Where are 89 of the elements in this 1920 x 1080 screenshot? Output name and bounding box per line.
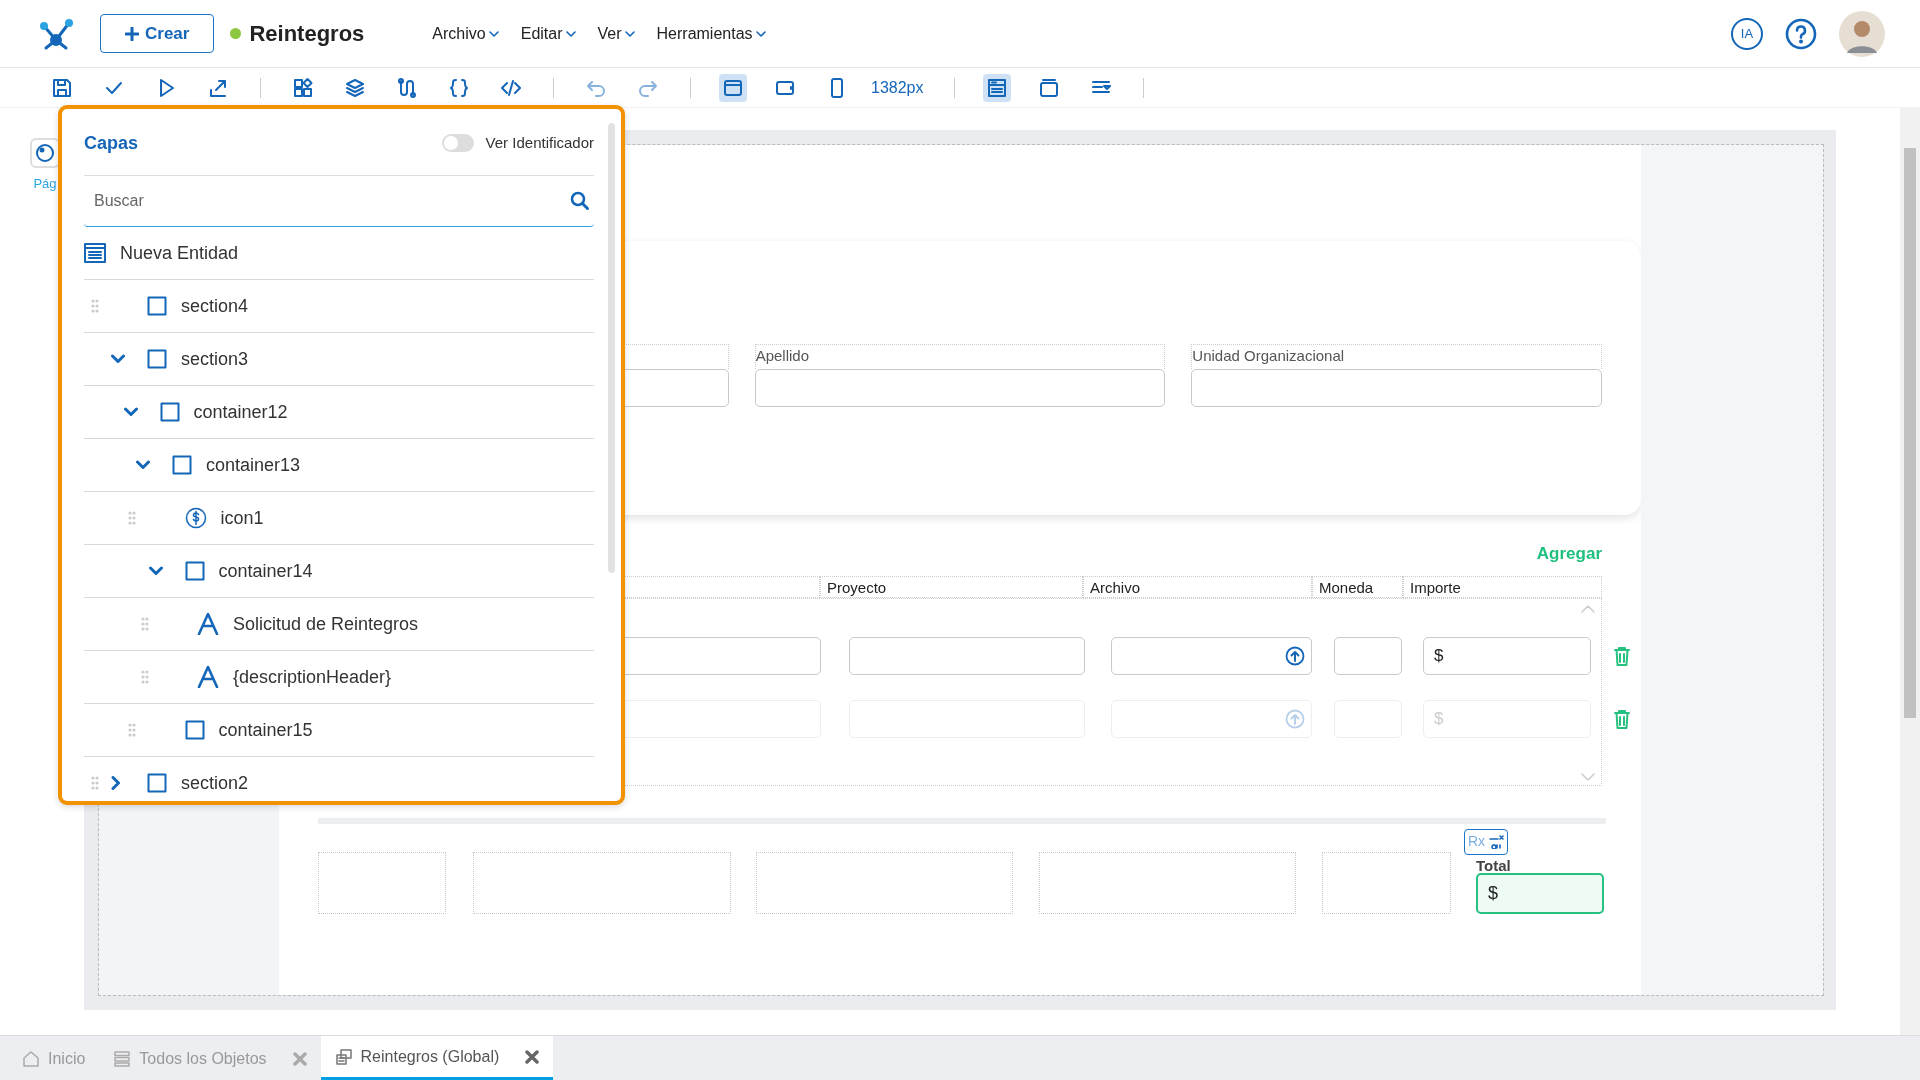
caret-icon (565, 29, 576, 38)
box-icon (147, 296, 167, 316)
box-icon (147, 349, 167, 369)
box-icon (159, 402, 180, 422)
layout-icon (985, 76, 1008, 99)
palette-icon[interactable] (30, 138, 60, 168)
layer-item[interactable]: container13 (84, 439, 594, 492)
app-title: Reintegros (249, 20, 365, 48)
layer-item[interactable]: section4 (84, 280, 594, 333)
caret-icon (624, 29, 635, 38)
close-icon[interactable] (525, 1049, 540, 1064)
layer-item[interactable]: section2 (84, 757, 594, 801)
column-header: Archivo (1083, 575, 1312, 598)
entity-icon (84, 243, 106, 263)
chevron-right-icon[interactable] (111, 776, 121, 790)
components-icon (292, 76, 314, 99)
box-icon (147, 773, 167, 793)
input-field[interactable] (849, 637, 1085, 675)
caret-icon (755, 29, 766, 38)
frame-icon (1037, 76, 1060, 99)
avatar-icon[interactable] (1839, 10, 1885, 57)
chevron-down-icon[interactable] (148, 566, 163, 576)
input-field[interactable] (754, 369, 1166, 407)
drag-handle-icon[interactable] (140, 670, 149, 684)
layout-button[interactable] (982, 73, 1011, 102)
drag-handle-icon[interactable] (140, 617, 149, 631)
chevron-down-icon[interactable] (123, 407, 138, 417)
drag-handle-icon[interactable] (90, 776, 99, 790)
chevron-down-icon[interactable] (136, 460, 150, 470)
layers-icon (344, 76, 366, 99)
home-icon (22, 1049, 40, 1068)
save-icon (51, 76, 73, 99)
column-header: Proyecto (820, 575, 1083, 598)
currency-field[interactable]: $ (1423, 637, 1591, 675)
form-icon (334, 1047, 353, 1066)
caret-icon (488, 29, 499, 38)
layer-item[interactable]: {descriptionHeader} (84, 651, 594, 704)
menu-item[interactable]: Editar (520, 21, 576, 46)
column-header: Importe (1403, 575, 1602, 598)
layer-item[interactable]: container12 (84, 386, 594, 439)
layer-item[interactable]: Nueva Entidad (84, 227, 594, 280)
layer-item[interactable]: section3 (84, 333, 594, 386)
chevron-down-icon (1581, 772, 1595, 781)
box-icon (184, 561, 205, 581)
column-header: Moneda (1312, 575, 1403, 598)
menu-item[interactable]: Archivo (432, 21, 499, 46)
tab[interactable]: Reintegros (Global) (320, 1036, 554, 1080)
box-icon (184, 720, 205, 740)
currency-field: $ (1423, 700, 1591, 738)
desktop-view-button[interactable] (719, 73, 747, 102)
list-icon (113, 1049, 132, 1068)
help-icon[interactable] (1785, 17, 1817, 50)
flow-icon (396, 76, 418, 99)
toggle-switch[interactable] (441, 134, 474, 152)
status-dot (230, 28, 242, 39)
create-button[interactable]: Crear (100, 13, 215, 54)
drag-handle-icon[interactable] (128, 723, 136, 737)
drag-handle-icon[interactable] (128, 511, 136, 525)
input-field[interactable] (1334, 637, 1402, 675)
menu-item[interactable]: Ver (597, 21, 635, 46)
upload-icon (1285, 709, 1305, 729)
chevron-up-icon (1581, 604, 1595, 613)
search-field[interactable]: Buscar (84, 176, 594, 227)
input-field[interactable] (1111, 637, 1312, 675)
width-label: 1382px (871, 77, 924, 98)
drag-handle-icon[interactable] (90, 299, 99, 313)
upload-icon (1285, 646, 1305, 666)
scrollbar[interactable] (608, 123, 615, 573)
font-icon (197, 666, 219, 688)
dollar-icon (184, 507, 207, 529)
panel-title: Capas (84, 131, 139, 155)
layer-item[interactable]: container15 (84, 704, 594, 757)
total-label: Total (1476, 855, 1512, 873)
scrollbar[interactable] (1900, 108, 1920, 1035)
menu-item[interactable]: Herramientas (656, 21, 766, 46)
braces-icon (448, 76, 470, 99)
chevron-down-icon[interactable] (111, 354, 125, 364)
search-icon[interactable] (570, 191, 590, 211)
total-field[interactable]: $ (1476, 872, 1604, 914)
box-icon (172, 455, 192, 475)
input-field[interactable] (1191, 369, 1602, 407)
layer-item[interactable]: Solicitud de Reintegros (84, 598, 594, 651)
ai-button[interactable]: IA (1731, 17, 1763, 50)
clear-format-icon (1488, 834, 1505, 849)
plus-icon (125, 26, 139, 41)
toggle-label: Ver Identificador (485, 132, 594, 153)
font-icon (197, 613, 219, 635)
layer-item[interactable]: icon1 (84, 492, 594, 545)
layer-item[interactable]: container14 (84, 545, 594, 598)
